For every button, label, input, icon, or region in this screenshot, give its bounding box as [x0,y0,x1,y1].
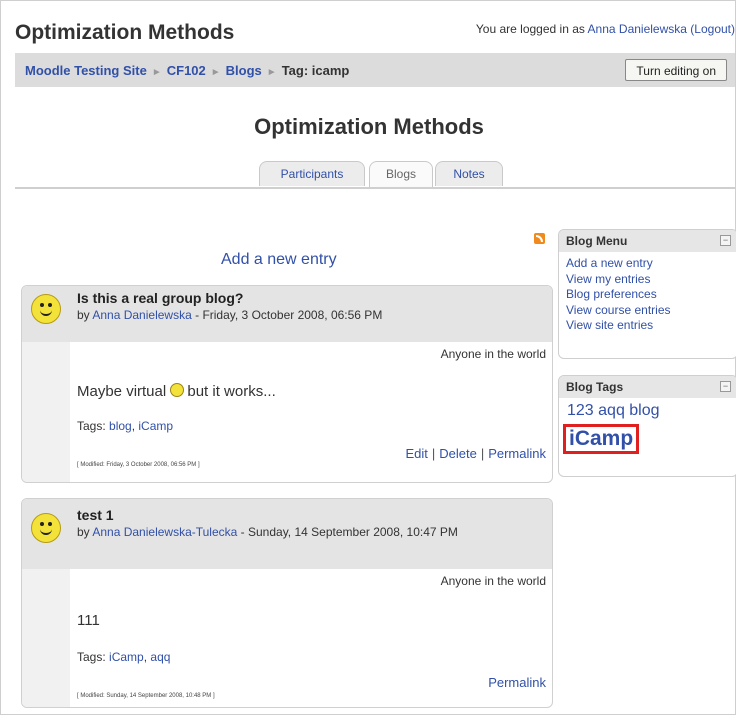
post-body: Maybe virtual but it works... [77,383,276,400]
post-body-suffix: but it works... [187,383,276,400]
rss-icon[interactable] [534,233,545,244]
avatar-smiley-icon[interactable] [31,513,61,543]
byline-prefix: by [77,308,90,322]
block-title: Blog Tags [566,380,624,394]
post-date: - Sunday, 14 September 2008, 10:47 PM [240,525,458,539]
tag-link[interactable]: aqq [150,650,170,664]
moodle-page: Optimization Methods You are logged in a… [0,0,736,715]
tag-icamp-highlighted[interactable]: iCamp [563,424,640,454]
post-tags: Tags: blog, iCamp [77,419,174,433]
site-title: Optimization Methods [15,21,235,44]
blog-post: Is this a real group blog? by Anna Danie… [21,285,553,483]
block-title: Blog Menu [566,234,628,248]
login-info: You are logged in as Anna Danielewska (L… [476,22,735,36]
tag-link[interactable]: iCamp [138,419,173,433]
breadcrumb-separator-icon: ► [266,67,277,78]
tabs-divider [15,187,736,189]
post-audience: Anyone in the world [440,574,546,588]
breadcrumb-separator-icon: ► [151,67,162,78]
post-body-text: 111 [77,612,100,629]
post-audience: Anyone in the world [440,347,546,361]
post-title: test 1 [77,507,114,523]
course-title: Optimization Methods [254,114,484,139]
collapse-icon[interactable]: − [720,235,731,246]
blog-tags-block: Blog Tags − 123 aqq blog iCamp [558,375,736,477]
block-header: Blog Menu − [559,230,736,252]
user-link[interactable]: Anna Danielewska [588,22,687,36]
action-separator: | [480,446,485,461]
emoticon-smile-icon [170,383,185,397]
blog-menu-block: Blog Menu − Add a new entry View my entr… [558,229,736,359]
tab-notes[interactable]: Notes [435,161,503,186]
post-actions: Permalink [488,675,546,690]
tab-participants[interactable]: Participants [259,161,365,186]
post-modified: [ Modified: Sunday, 14 September 2008, 1… [77,693,215,699]
post-tags: Tags: iCamp, aqq [77,650,171,664]
tag-link[interactable]: iCamp [109,650,144,664]
breadcrumb-course[interactable]: CF102 [167,63,206,78]
tag-cloud-small[interactable]: 123 aqq blog [567,402,660,420]
post-modified: [ Modified: Friday, 3 October 2008, 06:5… [77,462,200,468]
turn-editing-on-button[interactable]: Turn editing on [625,59,727,81]
menu-view-my-entries-link[interactable]: View my entries [566,272,736,288]
permalink-link[interactable]: Permalink [488,675,546,690]
breadcrumb: Moodle Testing Site ► CF102 ► Blogs ► Tag: ica… [25,63,349,78]
menu-blog-preferences-link[interactable]: Blog preferences [566,287,736,303]
login-prefix: You are logged in as [475,22,585,36]
post-byline: by Anna Danielewska-Tulecka - Sunday, 14… [77,525,547,540]
permalink-link[interactable]: Permalink [488,446,546,461]
breadcrumb-blogs[interactable]: Blogs [226,63,262,78]
add-new-entry-link[interactable]: Add a new entry [221,251,337,269]
author-link[interactable]: Anna Danielewska [92,308,191,322]
menu-view-course-entries-link[interactable]: View course entries [566,303,736,319]
blog-post: test 1 by Anna Danielewska-Tulecka - Sun… [21,498,553,708]
action-separator: | [431,446,436,461]
block-header: Blog Tags − [559,376,736,398]
delete-link[interactable]: Delete [439,446,477,461]
logout-link[interactable]: (Logout) [690,22,735,36]
breadcrumb-site[interactable]: Moodle Testing Site [25,63,147,78]
post-actions: Edit | Delete | Permalink [405,446,546,461]
post-date: - Friday, 3 October 2008, 06:56 PM [195,308,383,322]
byline-prefix: by [77,525,90,539]
author-link[interactable]: Anna Danielewska-Tulecka [92,525,237,539]
collapse-icon[interactable]: − [720,381,731,392]
edit-link[interactable]: Edit [405,446,427,461]
menu-view-site-entries-link[interactable]: View site entries [566,318,736,334]
post-byline: by Anna Danielewska - Friday, 3 October … [77,308,547,323]
post-title: Is this a real group blog? [77,290,244,306]
breadcrumb-current: Tag: icamp [281,63,350,78]
menu-add-entry-link[interactable]: Add a new entry [566,256,736,272]
tab-blogs[interactable]: Blogs [369,161,433,187]
tag-link[interactable]: blog [109,419,132,433]
navbar: Moodle Testing Site ► CF102 ► Blogs ► Tag: ica… [15,53,735,87]
breadcrumb-separator-icon: ► [210,67,221,78]
avatar-smiley-icon[interactable] [31,294,61,324]
tags-prefix: Tags: [77,419,106,433]
blog-menu-list: Add a new entry View my entries Blog pre… [559,252,736,334]
tags-prefix: Tags: [77,650,106,664]
post-body-text: Maybe virtual [77,383,167,400]
